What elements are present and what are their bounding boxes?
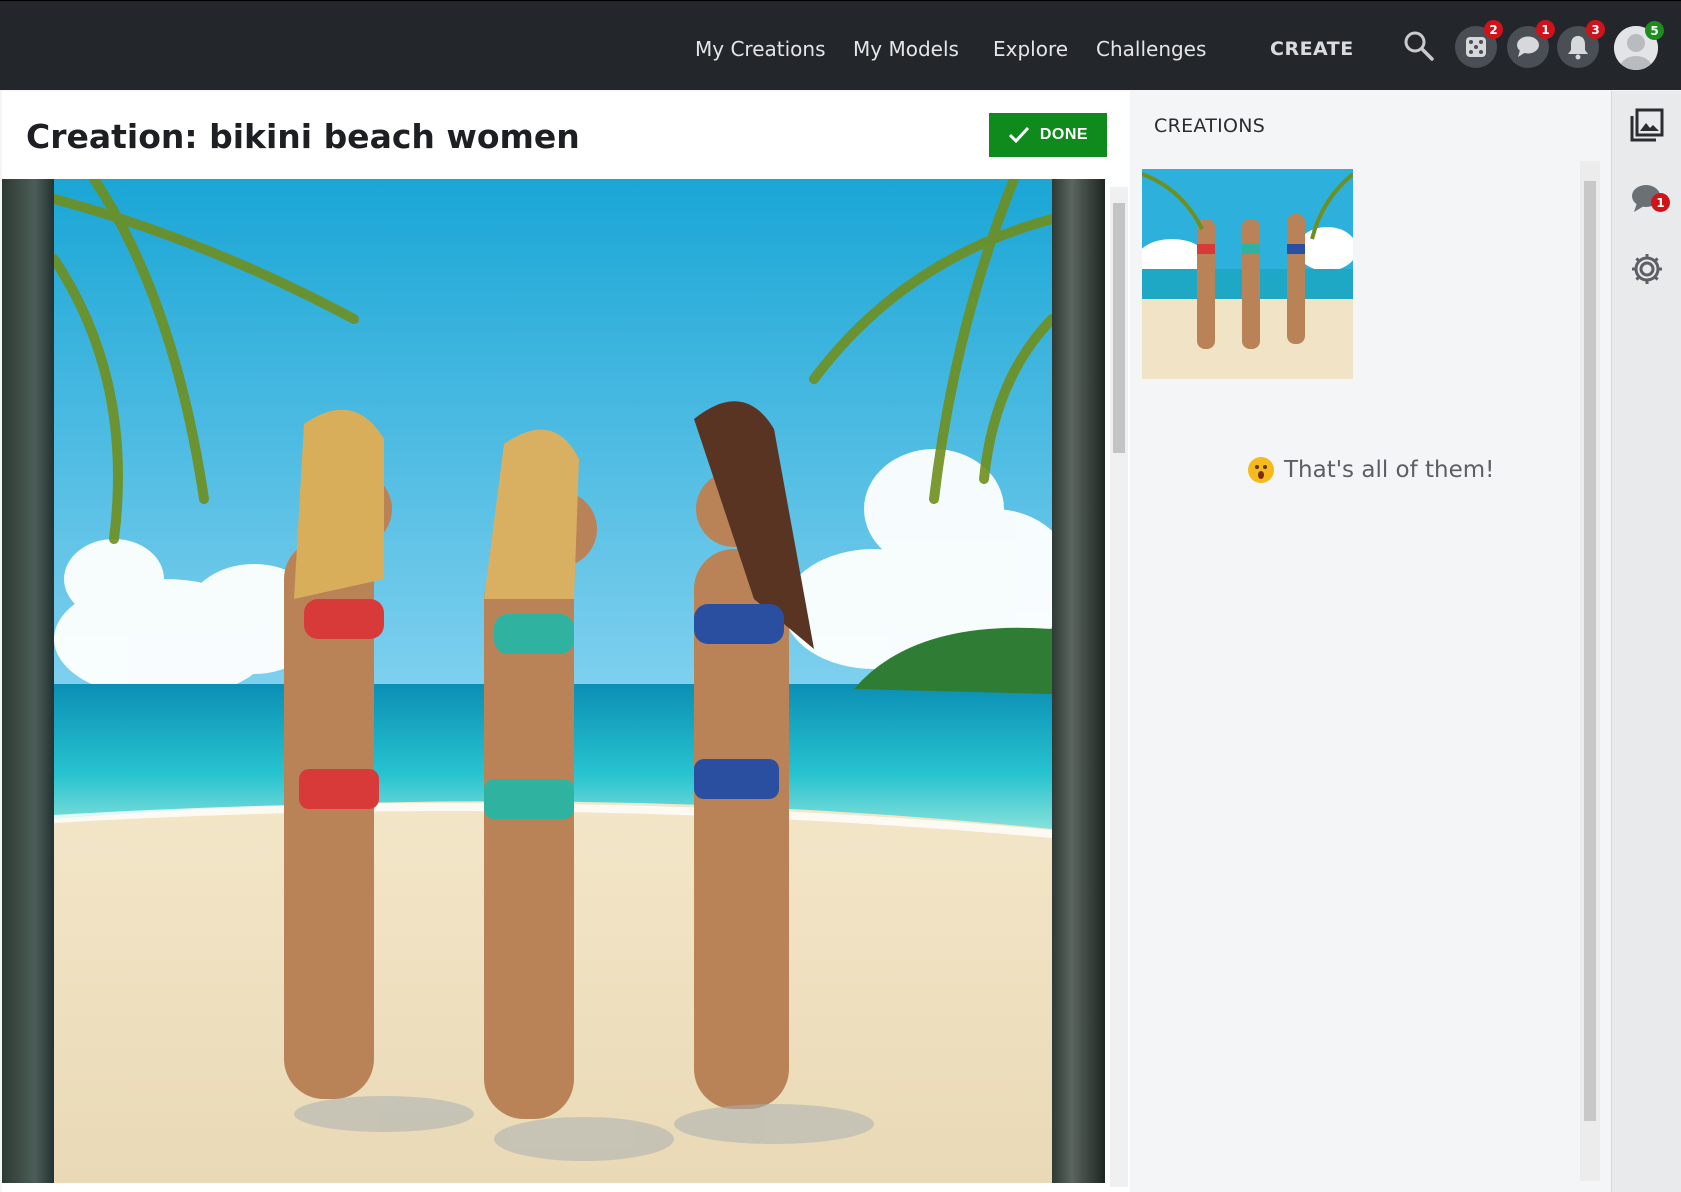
search-icon[interactable] [1402,29,1436,63]
nav-challenges[interactable]: Challenges [1096,37,1206,61]
nav-my-models[interactable]: My Models [853,37,959,61]
avatar-badge: 5 [1645,21,1664,40]
nav-explore[interactable]: Explore [993,37,1068,61]
notifications-badge: 3 [1586,20,1605,39]
image-frame [2,179,1105,1183]
messages-badge: 1 [1536,20,1555,39]
creation-view: Creation: bikini beach women DONE [2,91,1130,1192]
chat-icon [1517,36,1539,57]
notifications-button[interactable]: 3 [1557,20,1605,68]
dice-icon [1466,37,1486,57]
creations-heading: CREATIONS [1154,115,1266,137]
creation-image[interactable] [54,179,1052,1183]
done-button[interactable]: DONE [989,113,1107,157]
create-link[interactable]: CREATE [1270,38,1354,60]
nav-my-creations[interactable]: My Creations [695,37,826,61]
creation-thumbnail[interactable] [1142,169,1353,379]
bell-icon [1568,36,1588,60]
top-navigation-bar: My Creations My Models Explore Challenge… [0,0,1681,90]
gallery-icon[interactable] [1629,107,1665,143]
dice-badge: 2 [1484,20,1503,39]
messages-button[interactable]: 1 [1507,20,1555,68]
comment-badge: 1 [1651,193,1670,212]
surprised-emoji-icon [1248,457,1274,483]
done-label: DONE [1039,126,1089,143]
end-of-list-message: That's all of them! [1248,457,1494,483]
comment-icon[interactable]: 1 [1629,181,1670,217]
sidebar-scrollbar[interactable] [1580,161,1600,1181]
end-of-list-text: That's all of them! [1284,457,1495,483]
page-title: Creation: bikini beach women [26,117,580,156]
side-rail: 1 [1611,91,1681,1192]
creations-sidebar: CREATIONS That's all of them! [1130,91,1611,1192]
left-scrollbar[interactable] [1110,187,1128,1187]
random-dice-button[interactable]: 2 [1455,20,1503,68]
checkmark-icon [1008,126,1029,144]
title-bar: Creation: bikini beach women DONE [2,91,1130,179]
gear-icon[interactable] [1629,251,1665,287]
